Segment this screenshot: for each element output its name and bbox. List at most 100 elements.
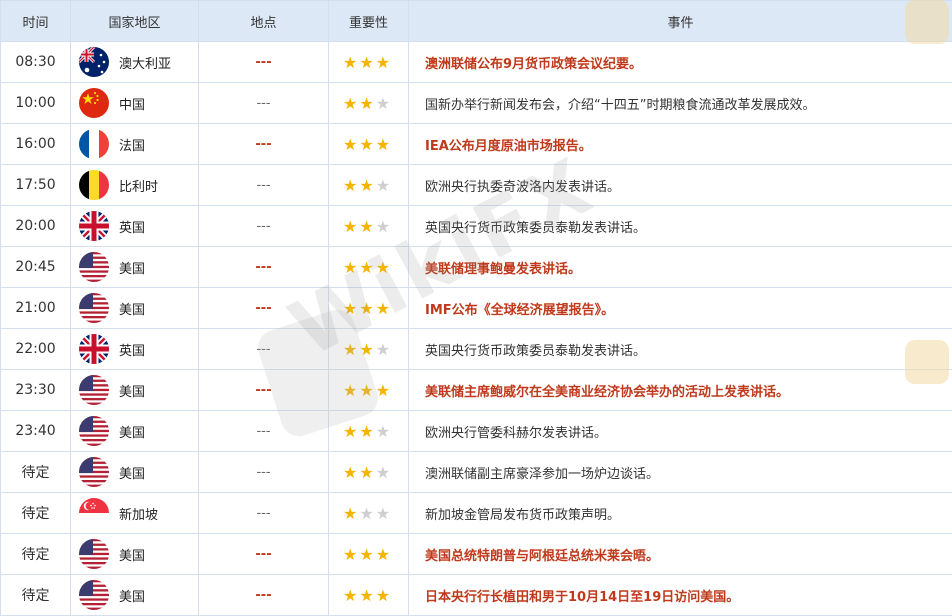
row-country: 美国: [71, 575, 199, 616]
row-event: 英国央行货币政策委员泰勒发表讲话。: [409, 329, 952, 370]
row-location: ---: [199, 165, 329, 206]
row-importance-stars: ★★★: [329, 42, 409, 83]
table-row[interactable]: 20:00英国---★★★英国央行货币政策委员泰勒发表讲话。: [1, 206, 952, 247]
us-flag-icon: [79, 375, 109, 405]
header-importance: 重要性: [329, 1, 409, 42]
singapore-flag-icon: [79, 498, 109, 528]
row-country-name: 英国: [119, 217, 145, 236]
row-country: 美国: [71, 370, 199, 411]
star-filled-icon: ★: [359, 135, 375, 154]
row-country: 美国: [71, 247, 199, 288]
star-filled-icon: ★: [359, 299, 375, 318]
table-row[interactable]: 待定美国---★★★日本央行行长植田和男于10月14日至19日访问美国。: [1, 575, 952, 616]
star-filled-icon: ★: [359, 422, 375, 441]
row-country: 中国: [71, 83, 199, 124]
table-row[interactable]: 21:00美国---★★★IMF公布《全球经济展望报告》。: [1, 288, 952, 329]
star-filled-icon: ★: [359, 463, 375, 482]
star-filled-icon: ★: [343, 463, 359, 482]
row-country: 美国: [71, 534, 199, 575]
table-row[interactable]: 16:00法国---★★★IEA公布月度原油市场报告。: [1, 124, 952, 165]
row-time: 待定: [1, 575, 71, 616]
star-empty-icon: ★: [376, 504, 392, 523]
star-empty-icon: ★: [376, 422, 392, 441]
row-country-name: 美国: [119, 258, 145, 277]
table-row[interactable]: 待定美国---★★★美国总统特朗普与阿根廷总统米莱会晤。: [1, 534, 952, 575]
row-event: IEA公布月度原油市场报告。: [409, 124, 952, 165]
table-row[interactable]: 10:00中国---★★★国新办举行新闻发布会，介绍“十四五”时期粮食流通改革发…: [1, 83, 952, 124]
table-row[interactable]: 08:30澳大利亚---★★★澳洲联储公布9月货币政策会议纪要。: [1, 42, 952, 83]
belgium-flag-icon: [79, 170, 109, 200]
us-flag-icon: [79, 580, 109, 610]
row-country: 美国: [71, 452, 199, 493]
row-country: 美国: [71, 288, 199, 329]
row-location: ---: [199, 493, 329, 534]
row-event: 美联储理事鲍曼发表讲话。: [409, 247, 952, 288]
row-importance-stars: ★★★: [329, 452, 409, 493]
row-location: ---: [199, 124, 329, 165]
us-flag-icon: [79, 293, 109, 323]
row-country-name: 美国: [119, 586, 145, 605]
row-country-name: 美国: [119, 381, 145, 400]
star-filled-icon: ★: [376, 586, 392, 605]
table-header-row: 时间 国家地区 地点 重要性 事件: [1, 1, 952, 42]
row-location: ---: [199, 247, 329, 288]
row-time: 20:00: [1, 206, 71, 247]
table-row[interactable]: 待定美国---★★★澳洲联储副主席豪泽参加一场炉边谈话。: [1, 452, 952, 493]
star-empty-icon: ★: [376, 463, 392, 482]
row-event: 美联储主席鲍威尔在全美商业经济协会举办的活动上发表讲话。: [409, 370, 952, 411]
star-filled-icon: ★: [343, 53, 359, 72]
row-importance-stars: ★★★: [329, 493, 409, 534]
row-location: ---: [199, 575, 329, 616]
star-filled-icon: ★: [343, 586, 359, 605]
star-filled-icon: ★: [359, 217, 375, 236]
france-flag-icon: [79, 129, 109, 159]
star-filled-icon: ★: [343, 422, 359, 441]
table-row[interactable]: 22:00英国---★★★英国央行货币政策委员泰勒发表讲话。: [1, 329, 952, 370]
us-flag-icon: [79, 457, 109, 487]
star-empty-icon: ★: [376, 94, 392, 113]
uk-flag-icon: [79, 334, 109, 364]
table-row[interactable]: 23:40美国---★★★欧洲央行管委科赫尔发表讲话。: [1, 411, 952, 452]
china-flag-icon: [79, 88, 109, 118]
star-filled-icon: ★: [376, 258, 392, 277]
row-event: 澳洲联储公布9月货币政策会议纪要。: [409, 42, 952, 83]
row-event: 欧洲央行执委奇波洛内发表讲话。: [409, 165, 952, 206]
row-location: ---: [199, 42, 329, 83]
watermark-corner-icon: [905, 0, 949, 44]
row-event: 国新办举行新闻发布会，介绍“十四五”时期粮食流通改革发展成效。: [409, 83, 952, 124]
star-filled-icon: ★: [343, 135, 359, 154]
row-time: 16:00: [1, 124, 71, 165]
row-country: 新加坡: [71, 493, 199, 534]
header-time: 时间: [1, 1, 71, 42]
star-filled-icon: ★: [343, 545, 359, 564]
header-country: 国家地区: [71, 1, 199, 42]
table-row[interactable]: 待定新加坡---★★★新加坡金管局发布货币政策声明。: [1, 493, 952, 534]
row-importance-stars: ★★★: [329, 247, 409, 288]
row-event: IMF公布《全球经济展望报告》。: [409, 288, 952, 329]
row-importance-stars: ★★★: [329, 206, 409, 247]
us-flag-icon: [79, 416, 109, 446]
row-country-name: 美国: [119, 299, 145, 318]
us-flag-icon: [79, 539, 109, 569]
star-empty-icon: ★: [376, 176, 392, 195]
row-importance-stars: ★★★: [329, 575, 409, 616]
star-filled-icon: ★: [376, 381, 392, 400]
row-importance-stars: ★★★: [329, 534, 409, 575]
star-filled-icon: ★: [343, 258, 359, 277]
row-time: 17:50: [1, 165, 71, 206]
star-filled-icon: ★: [343, 504, 359, 523]
row-time: 20:45: [1, 247, 71, 288]
table-row[interactable]: 20:45美国---★★★美联储理事鲍曼发表讲话。: [1, 247, 952, 288]
row-country: 英国: [71, 329, 199, 370]
row-country-name: 新加坡: [119, 504, 158, 523]
header-location: 地点: [199, 1, 329, 42]
star-filled-icon: ★: [376, 545, 392, 564]
row-country-name: 比利时: [119, 176, 158, 195]
row-country: 法国: [71, 124, 199, 165]
table-row[interactable]: 23:30美国---★★★美联储主席鲍威尔在全美商业经济协会举办的活动上发表讲话…: [1, 370, 952, 411]
row-event: 英国央行货币政策委员泰勒发表讲话。: [409, 206, 952, 247]
row-country-name: 法国: [119, 135, 145, 154]
table-row[interactable]: 17:50比利时---★★★欧洲央行执委奇波洛内发表讲话。: [1, 165, 952, 206]
star-filled-icon: ★: [376, 53, 392, 72]
row-location: ---: [199, 83, 329, 124]
